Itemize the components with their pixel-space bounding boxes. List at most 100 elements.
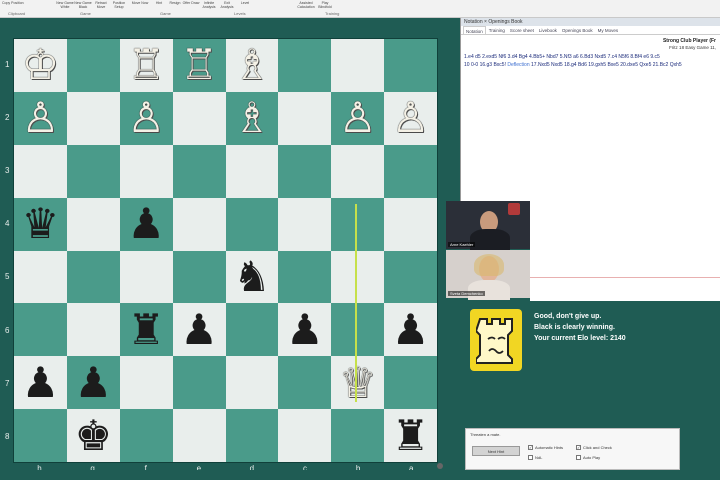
square-e2[interactable] [172, 91, 226, 145]
white-rook-icon[interactable]: ♖ [180, 44, 218, 86]
square-h2[interactable]: ♙ [14, 91, 67, 145]
square-g1[interactable] [66, 39, 120, 92]
square-d2[interactable]: ♗ [225, 91, 279, 145]
square-f6[interactable]: ♜ [119, 303, 173, 357]
square-a4[interactable] [384, 197, 437, 251]
tab-my-moves[interactable]: My Moves [596, 26, 621, 34]
chess-board[interactable]: ♔ ♖ ♖ ♗ ♙ ♙ ♗ ♙ ♙ ♛ ♟ ♞ ♜ ♟ ♟ ♟ ♟ ♟ ♕ ♚ ♜ [13, 38, 438, 463]
square-b5[interactable] [331, 250, 385, 304]
square-f5[interactable] [119, 250, 173, 304]
tab-training[interactable]: Training [487, 26, 507, 34]
square-g2[interactable] [66, 91, 120, 145]
square-c3[interactable] [278, 144, 332, 198]
move-line-2[interactable]: 10 0-0 16.g3 Bxc5! Deflection 17.Nxd5 Nx… [464, 61, 717, 69]
square-d6[interactable] [225, 303, 279, 357]
white-pawn-icon[interactable]: ♙ [392, 97, 430, 139]
square-d4[interactable] [225, 197, 279, 251]
black-pawn-icon[interactable]: ♟ [127, 203, 165, 245]
move-annotation[interactable]: Deflection [507, 62, 529, 68]
move-text[interactable]: 17.Nxd5 Nxd5 18.g4 Bd6 19.gxh5 Bxe5 20.d… [531, 62, 682, 68]
automatic-hints-checkbox[interactable]: ✓ Automatic Hints [528, 445, 563, 450]
square-h7[interactable]: ♟ [14, 356, 67, 410]
square-a6[interactable]: ♟ [384, 303, 437, 357]
square-h1[interactable]: ♔ [14, 39, 67, 92]
offer-draw-button[interactable]: Offer Draw [182, 1, 200, 5]
black-pawn-icon[interactable]: ♟ [74, 361, 112, 404]
square-c8[interactable] [278, 409, 332, 462]
copy-position-button[interactable]: Copy Position [2, 1, 28, 5]
square-f7[interactable] [119, 356, 173, 410]
white-bishop-icon[interactable]: ♗ [233, 44, 271, 86]
square-e5[interactable] [172, 250, 226, 304]
square-h4[interactable]: ♛ [14, 197, 67, 251]
square-b2[interactable]: ♙ [331, 91, 385, 145]
square-g4[interactable] [66, 197, 120, 251]
move-list[interactable]: 1.e4 d5 2.exd5 Nf6 3.d4 Bg4 4.Bb5+ Nbd7 … [461, 50, 720, 69]
white-pawn-icon[interactable]: ♙ [22, 97, 60, 139]
square-a7[interactable] [384, 356, 437, 410]
black-pawn-icon[interactable]: ♟ [180, 308, 218, 351]
square-e1[interactable]: ♖ [172, 39, 226, 92]
black-queen-icon[interactable]: ♛ [22, 203, 60, 245]
square-g7[interactable]: ♟ [66, 356, 120, 410]
square-h8[interactable] [14, 409, 67, 462]
assisted-calculation-button[interactable]: Assisted Calculation [295, 1, 317, 9]
move-line-1[interactable]: 1.e4 d5 2.exd5 Nf6 3.d4 Bg4 4.Bb5+ Nbd7 … [464, 53, 717, 61]
click-and-check-checkbox[interactable]: ✓ Click and Check [576, 445, 612, 450]
ndl-checkbox[interactable]: NdL [528, 455, 542, 460]
square-f4[interactable]: ♟ [119, 197, 173, 251]
white-bishop-icon[interactable]: ♗ [233, 97, 271, 139]
square-d8[interactable] [225, 409, 279, 462]
square-b6[interactable] [331, 303, 385, 357]
square-a5[interactable] [384, 250, 437, 304]
square-e3[interactable] [172, 144, 226, 198]
square-c4[interactable] [278, 197, 332, 251]
square-g5[interactable] [66, 250, 120, 304]
evaluation-graph[interactable] [530, 201, 720, 301]
white-king-icon[interactable]: ♔ [22, 44, 60, 86]
square-b4[interactable] [331, 197, 385, 251]
square-d5[interactable]: ♞ [225, 250, 279, 304]
black-pawn-icon[interactable]: ♟ [22, 361, 60, 404]
level-button[interactable]: Level [236, 1, 254, 5]
move-now-button[interactable]: Move Now [131, 1, 149, 5]
square-b1[interactable] [331, 39, 385, 92]
position-setup-button[interactable]: Position Setup [110, 1, 128, 9]
play-blindfold-button[interactable]: Play Blindfold [316, 1, 334, 9]
black-king-icon[interactable]: ♚ [74, 414, 112, 457]
square-d1[interactable]: ♗ [225, 39, 279, 92]
black-rook-icon[interactable]: ♜ [392, 414, 430, 457]
square-f3[interactable] [119, 144, 173, 198]
square-e4[interactable] [172, 197, 226, 251]
auto-play-checkbox[interactable]: Auto Play [576, 455, 600, 460]
square-b8[interactable] [331, 409, 385, 462]
square-f8[interactable] [119, 409, 173, 462]
next-hint-button[interactable]: Next Hint [472, 446, 520, 456]
black-pawn-icon[interactable]: ♟ [286, 308, 324, 351]
retract-move-button[interactable]: Retract Move [92, 1, 110, 9]
tab-notation[interactable]: Notation [463, 26, 486, 34]
square-c5[interactable] [278, 250, 332, 304]
square-c1[interactable] [278, 39, 332, 92]
white-rook-icon[interactable]: ♖ [127, 44, 165, 86]
square-a3[interactable] [384, 144, 437, 198]
square-b3[interactable] [331, 144, 385, 198]
square-a8[interactable]: ♜ [384, 409, 437, 462]
square-f2[interactable]: ♙ [119, 91, 173, 145]
square-a2[interactable]: ♙ [384, 91, 437, 145]
square-g3[interactable] [66, 144, 120, 198]
board-options-icon[interactable] [437, 463, 443, 469]
square-g6[interactable] [66, 303, 120, 357]
square-h6[interactable] [14, 303, 67, 357]
square-d7[interactable] [225, 356, 279, 410]
square-g8[interactable]: ♚ [66, 409, 120, 462]
exit-analysis-button[interactable]: Exit Analysis [218, 1, 236, 9]
square-b7[interactable]: ♕ [331, 356, 385, 410]
square-c2[interactable] [278, 91, 332, 145]
square-e7[interactable] [172, 356, 226, 410]
infinite-analysis-button[interactable]: Infinite Analysis [200, 1, 218, 9]
new-game-black-button[interactable]: New Game Black [74, 1, 92, 9]
white-pawn-icon[interactable]: ♙ [339, 97, 377, 139]
tab-score-sheet[interactable]: Score sheet [508, 26, 536, 34]
black-knight-icon[interactable]: ♞ [233, 255, 271, 298]
